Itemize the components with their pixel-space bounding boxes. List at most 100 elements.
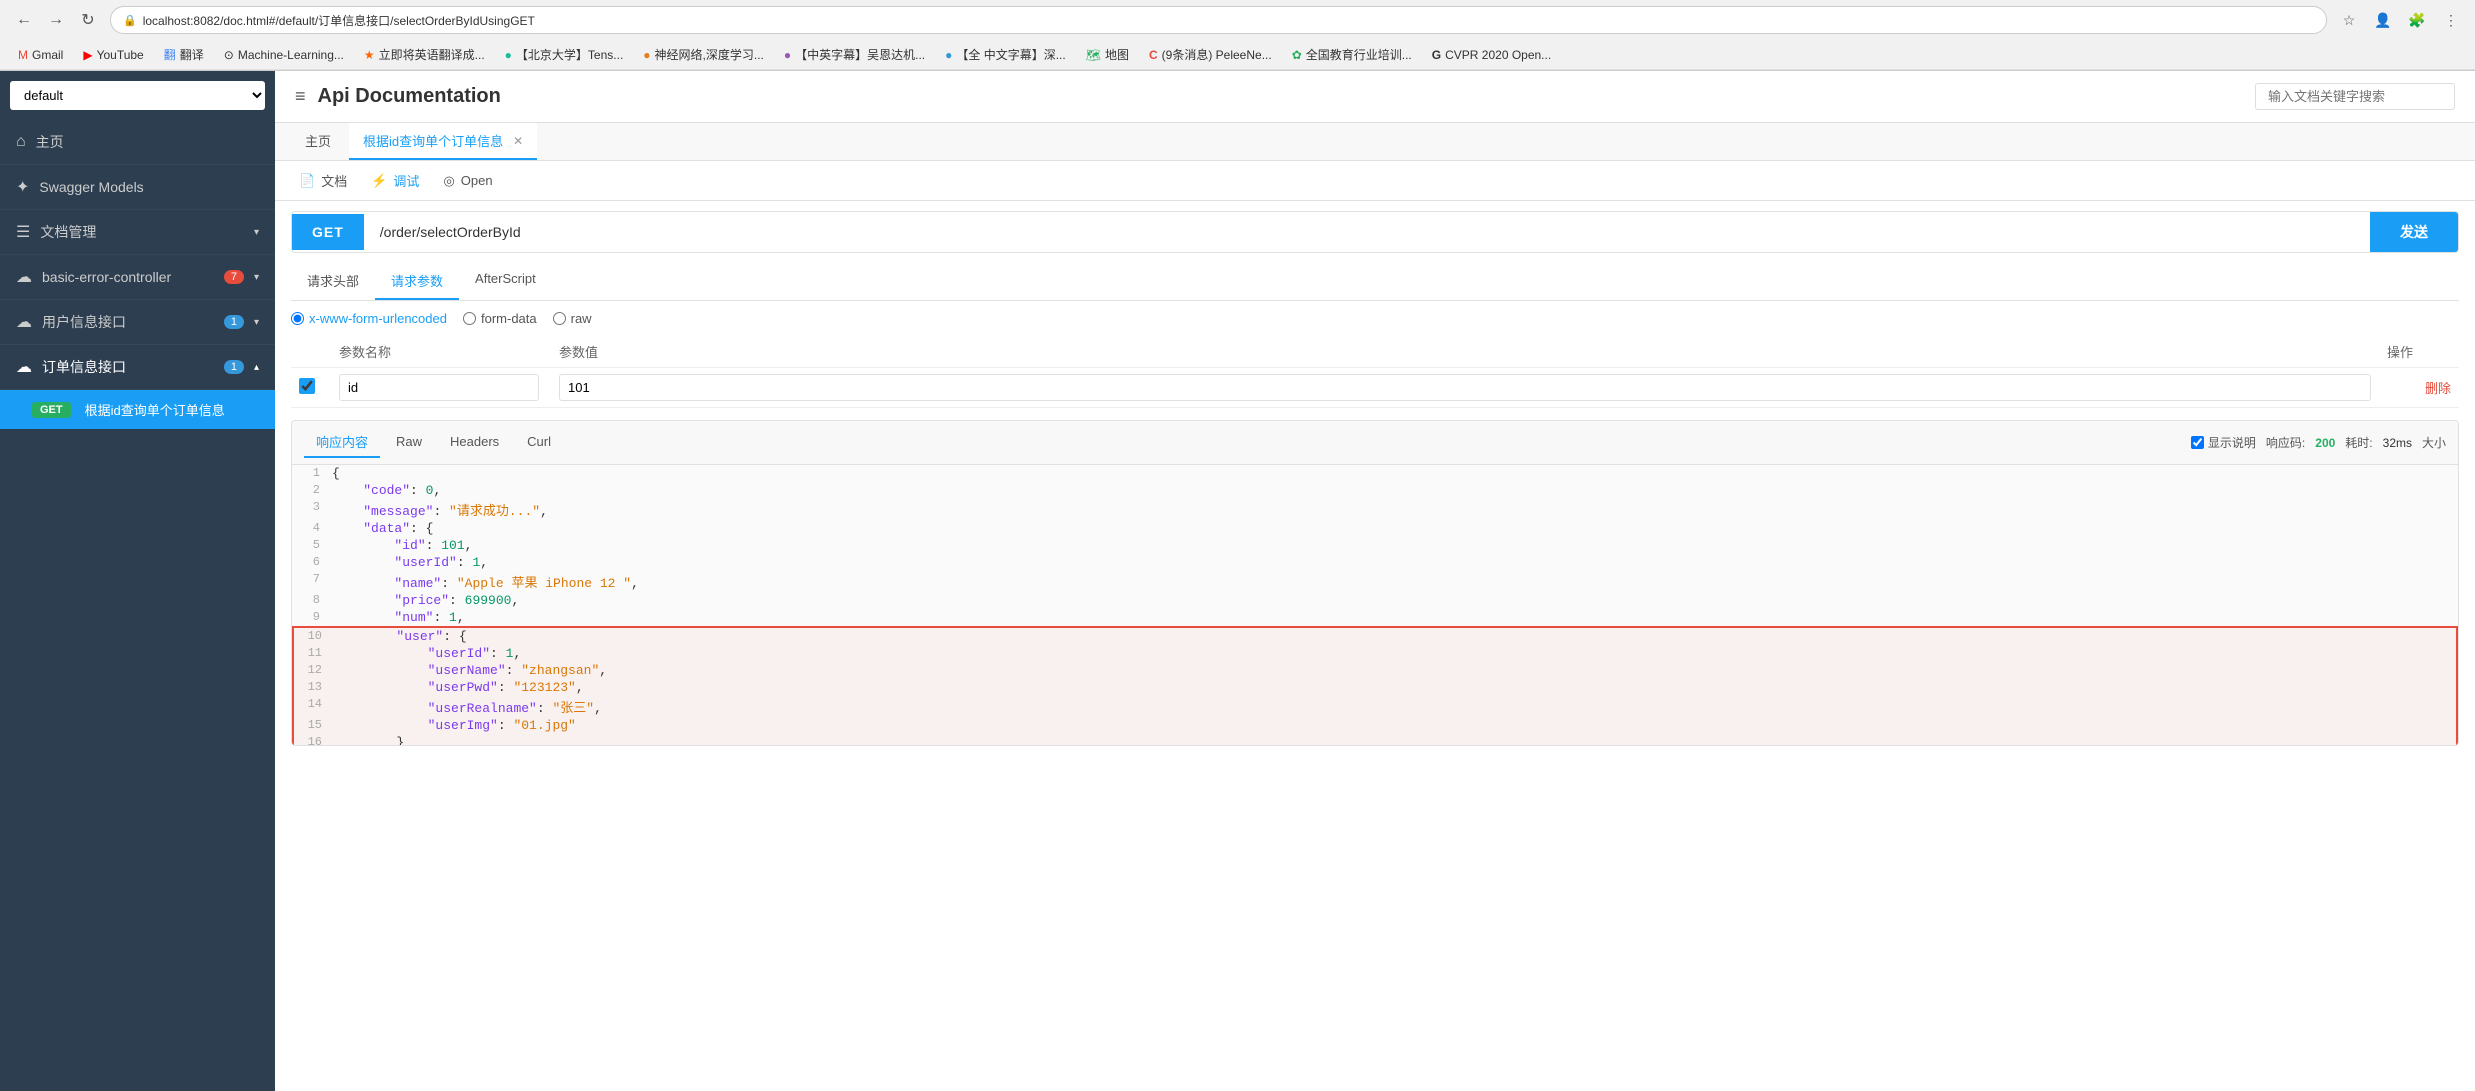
- left-tab-debug[interactable]: ⚡ 调试: [363, 167, 427, 194]
- radio-formdata-label: form-data: [481, 311, 537, 326]
- line-content: {: [332, 466, 2458, 481]
- left-tab-open[interactable]: ◎ Open: [435, 169, 500, 193]
- search-input[interactable]: [2255, 83, 2455, 110]
- sidebar-item-swagger[interactable]: ✦ Swagger Models: [0, 165, 275, 210]
- sidebar-label-basic-error: basic-error-controller: [42, 269, 214, 285]
- bookmarks-bar: M Gmail ▶ YouTube 翻 翻译 ⊙ Machine-Learnin…: [0, 40, 2475, 70]
- sidebar-sub-get-order[interactable]: GET 根据id查询单个订单信息: [0, 390, 275, 429]
- line-content: "userImg": "01.jpg": [334, 718, 2456, 733]
- bookmark-ext4-label: 【中英字幕】吴恩达机...: [795, 46, 925, 63]
- url-input[interactable]: [364, 214, 2370, 250]
- ext3-icon: ●: [643, 48, 650, 62]
- user-info-icon: ☁: [16, 312, 32, 332]
- line-content: "user": {: [334, 629, 2456, 644]
- tab-order-label: 根据id查询单个订单信息: [363, 131, 503, 150]
- bookmark-map[interactable]: 🗺 地图: [1078, 44, 1137, 65]
- bookmark-ext2[interactable]: ● 【北京大学】Tens...: [497, 44, 632, 65]
- refresh-button[interactable]: ↻: [74, 6, 102, 34]
- ext2-icon: ●: [505, 48, 512, 62]
- line-content: "userId": 1,: [334, 646, 2456, 661]
- browser-toolbar: ← → ↻ 🔒 localhost:8082/doc.html#/default…: [0, 0, 2475, 40]
- radio-formdata[interactable]: form-data: [463, 311, 537, 326]
- line-number: 13: [294, 680, 334, 694]
- bookmark-cvpr-label: CVPR 2020 Open...: [1445, 48, 1551, 62]
- send-button[interactable]: 发送: [2370, 212, 2458, 252]
- line-content: "message": "请求成功...",: [332, 500, 2458, 519]
- forward-button[interactable]: →: [42, 6, 70, 34]
- get-bar: GET 发送: [291, 211, 2459, 253]
- tab-home-label: 主页: [305, 131, 331, 150]
- sidebar-item-basic-error[interactable]: ☁ basic-error-controller 7 ▾: [0, 255, 275, 300]
- bookmark-youtube[interactable]: ▶ YouTube: [75, 46, 151, 64]
- bookmark-ext5[interactable]: ● 【全 中文字幕】深...: [937, 44, 1074, 65]
- params-tab-headers[interactable]: 请求头部: [291, 263, 375, 300]
- bookmark-ext4[interactable]: ● 【中英字幕】吴恩达机...: [776, 44, 933, 65]
- line-number: 1: [292, 466, 332, 480]
- peleene-icon: C: [1149, 48, 1158, 62]
- bookmark-ext3[interactable]: ● 神经网络,深度学习...: [635, 44, 772, 65]
- profile-button[interactable]: 👤: [2369, 6, 2397, 34]
- radio-raw[interactable]: raw: [553, 311, 592, 326]
- radio-urlencoded-label: x-www-form-urlencoded: [309, 311, 447, 326]
- bookmark-github[interactable]: ⊙ Machine-Learning...: [216, 46, 352, 64]
- address-bar[interactable]: 🔒 localhost:8082/doc.html#/default/订单信息接…: [110, 6, 2327, 34]
- tab-close-icon[interactable]: ✕: [513, 134, 523, 148]
- doc-icon: 📄: [299, 173, 315, 189]
- docs-chevron-icon: ▾: [254, 227, 259, 238]
- education-icon: ✿: [1292, 48, 1302, 62]
- code-line: 1{: [292, 465, 2458, 482]
- line-number: 15: [294, 718, 334, 732]
- project-select[interactable]: default: [10, 81, 265, 110]
- show-desc-label[interactable]: 显示说明: [2191, 434, 2256, 451]
- response-tab-headers[interactable]: Headers: [438, 429, 511, 456]
- bookmark-star-button[interactable]: ☆: [2335, 6, 2363, 34]
- response-tab-content[interactable]: 响应内容: [304, 427, 380, 458]
- left-tab-doc[interactable]: 📄 文档: [291, 167, 355, 194]
- tab-order[interactable]: 根据id查询单个订单信息 ✕: [349, 123, 537, 160]
- bookmark-ext3-label: 神经网络,深度学习...: [655, 46, 764, 63]
- bookmark-education[interactable]: ✿ 全国教育行业培训...: [1284, 44, 1420, 65]
- line-number: 4: [292, 521, 332, 535]
- sidebar-item-docs[interactable]: ☰ 文档管理 ▾: [0, 210, 275, 255]
- bookmark-translate[interactable]: 翻 翻译: [156, 44, 212, 65]
- line-number: 2: [292, 483, 332, 497]
- extensions-button[interactable]: 🧩: [2403, 6, 2431, 34]
- tab-home[interactable]: 主页: [291, 123, 345, 160]
- param-checkbox[interactable]: [299, 378, 315, 394]
- response-tab-raw[interactable]: Raw: [384, 429, 434, 456]
- bookmark-peleene[interactable]: C (9条消息) PeleeNe...: [1141, 44, 1280, 65]
- bookmark-gmail[interactable]: M Gmail: [10, 46, 71, 64]
- sidebar-item-home[interactable]: ⌂ 主页: [0, 120, 275, 165]
- sidebar-label-docs: 文档管理: [40, 222, 244, 242]
- line-number: 6: [292, 555, 332, 569]
- sidebar-label-order-info: 订单信息接口: [42, 357, 214, 377]
- radio-urlencoded[interactable]: x-www-form-urlencoded: [291, 311, 447, 326]
- param-value-input[interactable]: [559, 374, 2371, 401]
- sidebar-item-user-info[interactable]: ☁ 用户信息接口 1 ▾: [0, 300, 275, 345]
- line-number: 14: [294, 697, 334, 711]
- response-meta: 显示说明 响应码: 200 耗时: 32ms 大小: [2191, 434, 2446, 451]
- line-number: 9: [292, 610, 332, 624]
- status-code: 200: [2315, 436, 2335, 450]
- menu-button[interactable]: ⋮: [2437, 6, 2465, 34]
- bookmark-cvpr[interactable]: G CVPR 2020 Open...: [1424, 46, 1559, 64]
- back-button[interactable]: ←: [10, 6, 38, 34]
- code-line: 15 "userImg": "01.jpg": [292, 717, 2458, 734]
- delete-link[interactable]: 删除: [2425, 381, 2451, 396]
- translate-icon: 翻: [164, 46, 176, 63]
- param-name-input[interactable]: [339, 374, 539, 401]
- code-line: 4 "data": {: [292, 520, 2458, 537]
- params-tab-afterscript[interactable]: AfterScript: [459, 263, 552, 300]
- line-content: "userPwd": "123123",: [334, 680, 2456, 695]
- cvpr-icon: G: [1432, 48, 1441, 62]
- sidebar: default ⌂ 主页 ✦ Swagger Models ☰ 文档管理 ▾ ☁…: [0, 71, 275, 1091]
- response-tab-curl[interactable]: Curl: [515, 429, 563, 456]
- tabs-bar: 主页 根据id查询单个订单信息 ✕: [275, 123, 2475, 161]
- code-line: 12 "userName": "zhangsan",: [292, 662, 2458, 679]
- params-tab-params[interactable]: 请求参数: [375, 263, 459, 300]
- hamburger-button[interactable]: ≡: [295, 86, 306, 107]
- ext4-icon: ●: [784, 48, 791, 62]
- bookmark-gmail-label: Gmail: [32, 48, 63, 62]
- bookmark-ext1[interactable]: ★ 立即将英语翻译成...: [356, 44, 493, 65]
- sidebar-item-order-info[interactable]: ☁ 订单信息接口 1 ▴: [0, 345, 275, 390]
